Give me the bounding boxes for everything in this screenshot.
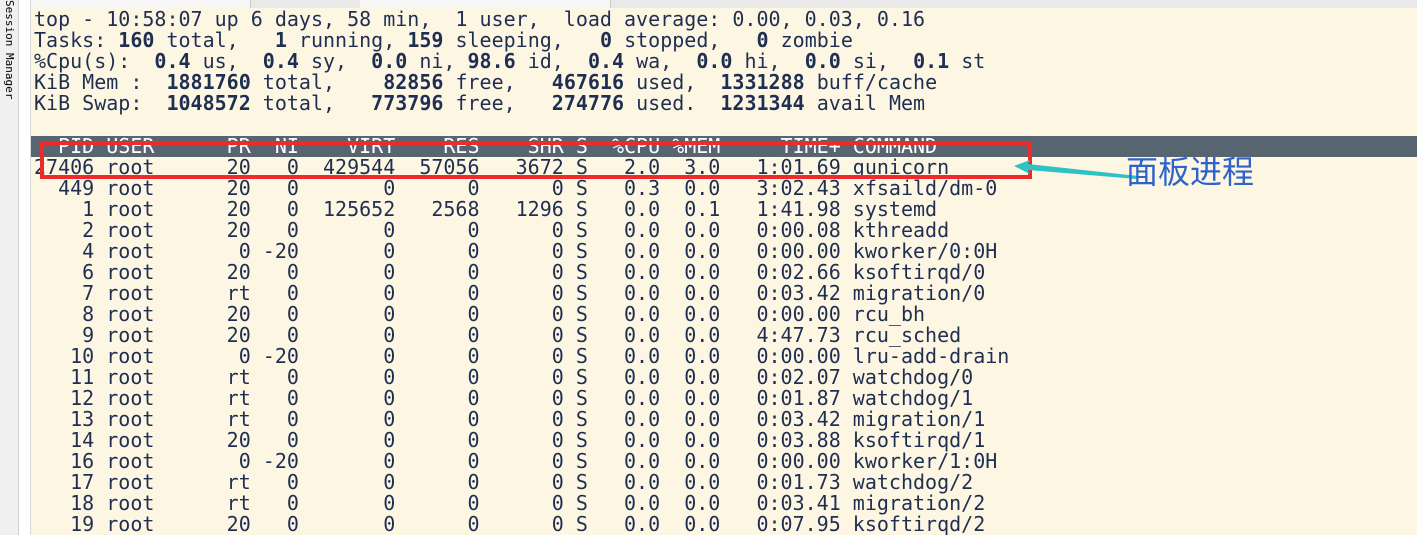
process-row[interactable]: 8 root 20 0 0 0 0 S 0.0 0.0 0:00.00 rcu_… xyxy=(34,304,925,325)
process-row[interactable]: 1 root 20 0 125652 2568 1296 S 0.0 0.1 1… xyxy=(34,199,937,220)
swap-text: total, xyxy=(250,91,372,115)
swap-text: avail Mem xyxy=(804,91,926,115)
process-row[interactable]: 16 root 0 -20 0 0 0 S 0.0 0.0 0:00.00 kw… xyxy=(34,451,997,472)
process-row[interactable]: 19 root 20 0 0 0 0 S 0.0 0.0 0:07.95 kso… xyxy=(34,514,985,535)
process-row[interactable]: 7 root rt 0 0 0 0 S 0.0 0.0 0:03.42 migr… xyxy=(34,283,985,304)
arrow-icon xyxy=(1014,160,1138,179)
swap-text: free, xyxy=(443,91,552,115)
swap-used: 274776 xyxy=(551,91,625,115)
process-row[interactable]: 10 root 0 -20 0 0 0 S 0.0 0.0 0:00.00 lr… xyxy=(34,346,1009,367)
process-row[interactable]: 11 root rt 0 0 0 0 S 0.0 0.0 0:02.07 wat… xyxy=(34,367,973,388)
session-manager-label: Session Manager xyxy=(3,0,16,100)
process-row[interactable]: 2 root 20 0 0 0 0 S 0.0 0.0 0:00.08 kthr… xyxy=(34,220,949,241)
cpu-line: %Cpu(s): 0.4 us, 0.4 sy, 0.0 ni, 98.6 id… xyxy=(34,51,985,72)
terminal-screen[interactable]: top - 10:58:07 up 6 days, 58 min, 1 user… xyxy=(31,8,1417,535)
swap-avail: 1231344 xyxy=(720,91,805,115)
process-row[interactable]: 18 root rt 0 0 0 0 S 0.0 0.0 0:03.41 mig… xyxy=(34,493,985,514)
cpu-text: st xyxy=(949,49,986,73)
process-row[interactable]: 13 root rt 0 0 0 0 S 0.0 0.0 0:03.42 mig… xyxy=(34,409,985,430)
highlight-box xyxy=(40,141,1032,179)
process-row[interactable]: 12 root rt 0 0 0 0 S 0.0 0.0 0:01.87 wat… xyxy=(34,388,973,409)
panel-divider[interactable] xyxy=(19,0,31,535)
swap-prefix: KiB Swap: xyxy=(34,91,167,115)
tasks-line: Tasks: 160 total, 1 running, 159 sleepin… xyxy=(34,30,853,51)
mem-line: KiB Mem : 1881760 total, 82856 free, 467… xyxy=(34,72,937,93)
annotation-label: 面板进程 xyxy=(1126,153,1255,191)
process-row[interactable]: 4 root 0 -20 0 0 0 S 0.0 0.0 0:00.00 kwo… xyxy=(34,241,997,262)
uptime-line: top - 10:58:07 up 6 days, 58 min, 1 user… xyxy=(34,7,926,31)
process-row[interactable]: 14 root 20 0 0 0 0 S 0.0 0.0 0:03.88 kso… xyxy=(34,430,985,451)
swap-free: 773796 xyxy=(371,91,444,115)
process-row[interactable]: 449 root 20 0 0 0 0 S 0.3 0.0 3:02.43 xf… xyxy=(34,178,997,199)
swap-total: 1048572 xyxy=(166,91,251,115)
swap-line: KiB Swap: 1048572 total, 773796 free, 27… xyxy=(34,93,925,114)
process-row[interactable]: 6 root 20 0 0 0 0 S 0.0 0.0 0:02.66 ksof… xyxy=(34,262,985,283)
process-row[interactable]: 9 root 20 0 0 0 0 S 0.0 0.0 4:47.73 rcu_… xyxy=(34,325,961,346)
terminal-window: Session Manager top - 10:58:07 up 6 days… xyxy=(0,0,1417,535)
process-row[interactable]: 17 root rt 0 0 0 0 S 0.0 0.0 0:01.73 wat… xyxy=(34,472,973,493)
session-manager-panel[interactable]: Session Manager xyxy=(0,0,19,535)
swap-text: used. xyxy=(624,91,721,115)
